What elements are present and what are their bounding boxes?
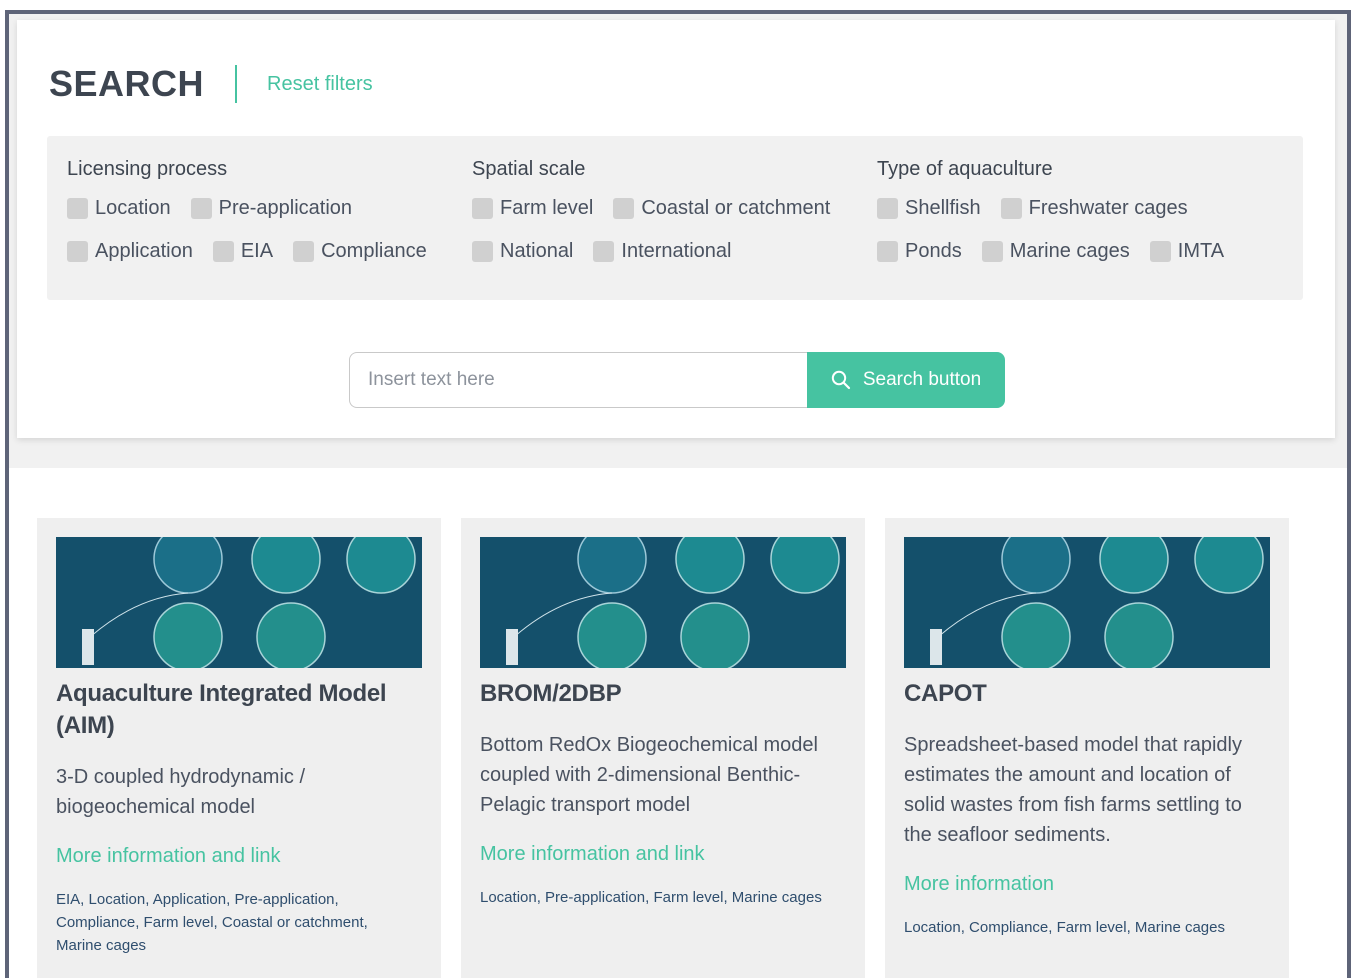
fish-farm-image: [904, 537, 1270, 668]
fish-farm-image: [56, 537, 422, 668]
checkbox-box[interactable]: [981, 240, 1003, 262]
filter-row: Application EIA Compliance: [67, 237, 447, 265]
checkbox-box[interactable]: [1000, 197, 1022, 219]
checkbox-label: IMTA: [1177, 239, 1225, 262]
filter-group-title: Licensing process: [67, 158, 228, 180]
filter-row: Location Pre-application: [67, 194, 447, 222]
checkbox-imta[interactable]: IMTA: [1149, 239, 1225, 263]
page-title: SEARCH: [49, 63, 205, 104]
result-card: CAPOT Spreadsheet-based model that rapid…: [885, 518, 1289, 978]
checkbox-box[interactable]: [1149, 240, 1171, 262]
page-frame: SEARCH Reset filters Licensing process L…: [5, 10, 1351, 978]
filter-group-title: Spatial scale: [472, 158, 586, 180]
checkbox-eia[interactable]: EIA: [212, 239, 274, 263]
checkbox-box[interactable]: [472, 197, 493, 219]
checkbox-label: Compliance: [321, 239, 427, 262]
checkbox-label: EIA: [240, 239, 274, 262]
more-information-link[interactable]: More information and link: [480, 840, 836, 868]
search-bar: Search button: [349, 352, 1005, 408]
search-header: SEARCH Reset filters: [49, 60, 373, 108]
card-tags: EIA, Location, Application, Pre-applicat…: [56, 891, 368, 954]
reset-filters-link[interactable]: Reset filters: [267, 73, 373, 96]
checkbox-shellfish[interactable]: Shellfish: [877, 197, 981, 220]
card-title: Aquaculture Integrated Model (AIM): [56, 680, 387, 739]
results-section: Aquaculture Integrated Model (AIM) 3-D c…: [9, 468, 1347, 978]
checkbox-label: Farm level: [500, 196, 594, 219]
checkbox-label: Location: [95, 196, 171, 219]
fish-farm-image: [480, 537, 846, 668]
card-description: 3-D coupled hydrodynamic / biogeochemica…: [56, 766, 306, 818]
filter-row: Farm level Coastal or catchment: [472, 194, 850, 222]
checkbox-label: Coastal or catchment: [641, 196, 831, 219]
card-description: Spreadsheet-based model that rapidly est…: [904, 734, 1242, 846]
checkbox-box[interactable]: [877, 197, 898, 219]
card-body: CAPOT Spreadsheet-based model that rapid…: [904, 678, 1260, 939]
more-information-link[interactable]: More information: [904, 870, 1260, 898]
checkbox-box[interactable]: [472, 240, 493, 262]
checkbox-freshwater-cages[interactable]: Freshwater cages: [1000, 196, 1188, 220]
filter-group-licensing: Licensing process Location Pre-applicati…: [67, 158, 447, 280]
checkbox-ponds[interactable]: Ponds: [877, 240, 962, 263]
card-body: Aquaculture Integrated Model (AIM) 3-D c…: [56, 678, 412, 957]
checkbox-national[interactable]: National: [472, 240, 573, 263]
title-divider: [235, 65, 238, 103]
result-card: Aquaculture Integrated Model (AIM) 3-D c…: [37, 518, 441, 978]
checkbox-label: Marine cages: [1009, 239, 1130, 262]
checkbox-box[interactable]: [212, 240, 234, 262]
checkbox-label: International: [621, 239, 732, 262]
search-button[interactable]: Search button: [807, 352, 1005, 408]
checkbox-application[interactable]: Application: [67, 240, 193, 263]
checkbox-international[interactable]: International: [593, 240, 731, 263]
checkbox-label: Ponds: [905, 239, 962, 262]
card-body: BROM/2DBP Bottom RedOx Biogeochemical mo…: [480, 678, 836, 909]
filter-row: Shellfish Freshwater cages: [877, 194, 1244, 222]
checkbox-pre-application[interactable]: Pre-application: [190, 196, 353, 220]
checkbox-box[interactable]: [190, 197, 212, 219]
filter-row: National International: [472, 237, 850, 265]
checkbox-label: Freshwater cages: [1028, 196, 1188, 219]
checkbox-box[interactable]: [293, 240, 315, 262]
card-tags: Location, Compliance, Farm level, Marine…: [904, 919, 1225, 936]
checkbox-label: Shellfish: [905, 196, 981, 219]
checkbox-box[interactable]: [613, 197, 635, 219]
checkbox-box[interactable]: [593, 240, 615, 262]
filter-group-aquaculture: Type of aquaculture Shellfish Freshwater…: [877, 158, 1244, 280]
checkbox-farm-level[interactable]: Farm level: [472, 197, 593, 220]
checkbox-label: Application: [95, 239, 193, 262]
filter-box: Licensing process Location Pre-applicati…: [47, 136, 1303, 300]
card-title: BROM/2DBP: [480, 680, 622, 707]
checkbox-compliance[interactable]: Compliance: [293, 240, 427, 263]
search-button-label: Search button: [862, 369, 982, 390]
result-card: BROM/2DBP Bottom RedOx Biogeochemical mo…: [461, 518, 865, 978]
search-icon: [831, 370, 850, 390]
more-information-link[interactable]: More information and link: [56, 842, 412, 870]
checkbox-box[interactable]: [877, 240, 898, 262]
checkbox-box[interactable]: [67, 240, 88, 262]
checkbox-marine-cages[interactable]: Marine cages: [981, 239, 1130, 263]
checkbox-label: National: [500, 239, 574, 262]
filter-row: Ponds Marine cages IMTA: [877, 237, 1244, 265]
search-input[interactable]: [349, 352, 807, 408]
card-tags: Location, Pre-application, Farm level, M…: [480, 889, 822, 906]
search-panel: SEARCH Reset filters Licensing process L…: [17, 20, 1335, 438]
checkbox-coastal-or-catchment[interactable]: Coastal or catchment: [613, 197, 830, 220]
checkbox-location[interactable]: Location: [67, 197, 171, 220]
filter-group-spatial: Spatial scale Farm level Coastal or catc…: [472, 158, 850, 280]
checkbox-label: Pre-application: [218, 196, 353, 219]
card-title: CAPOT: [904, 680, 987, 707]
checkbox-box[interactable]: [67, 197, 88, 219]
filter-group-title: Type of aquaculture: [877, 158, 1053, 180]
card-description: Bottom RedOx Biogeochemical model couple…: [480, 734, 818, 816]
